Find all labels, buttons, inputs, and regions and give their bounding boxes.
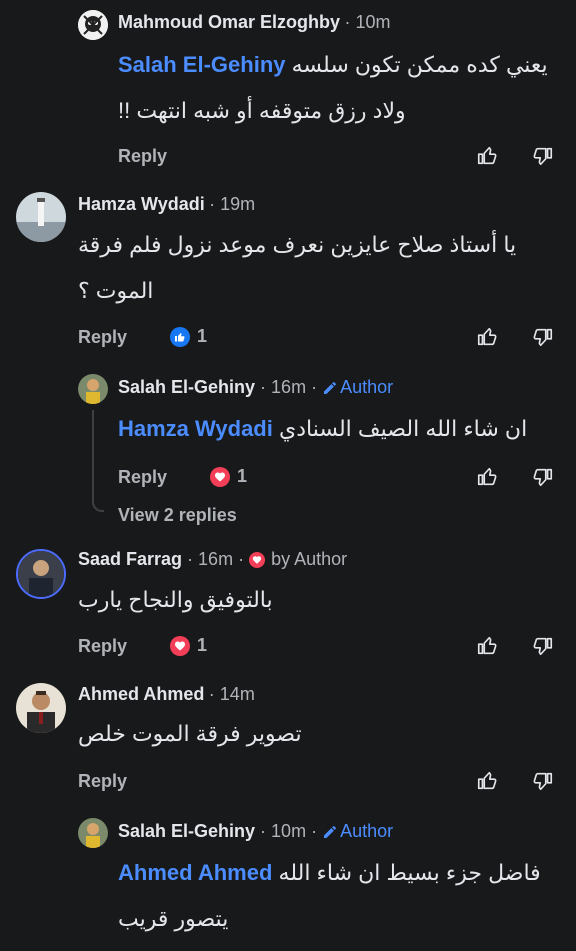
thread-line <box>92 410 104 512</box>
like-reaction-icon <box>170 326 190 347</box>
avatar[interactable] <box>78 374 108 404</box>
avatar[interactable] <box>78 818 108 848</box>
comment-time[interactable]: 10m <box>355 12 390 32</box>
person-photo-icon <box>18 551 64 597</box>
commenter-name[interactable]: Hamza Wydadi <box>78 194 205 214</box>
reaction-summary[interactable]: 1 <box>170 635 207 656</box>
view-replies-link[interactable]: View 2 replies <box>118 505 237 526</box>
reaction-summary[interactable]: 1 <box>210 466 247 487</box>
lighthouse-photo-icon <box>16 192 66 242</box>
dislike-icon[interactable] <box>532 770 554 792</box>
avatar[interactable] <box>16 192 66 242</box>
reply-button[interactable]: Reply <box>78 327 127 348</box>
dislike-icon[interactable] <box>532 466 554 488</box>
avatar[interactable] <box>16 549 66 599</box>
dislike-icon[interactable] <box>532 635 554 657</box>
comment-body: Hamza Wydadi ان شاء الله الصيف السنادي <box>118 416 528 441</box>
dislike-icon[interactable] <box>532 145 554 167</box>
commenter-name[interactable]: Mahmoud Omar Elzoghby <box>118 12 340 32</box>
person-photo-icon <box>16 683 66 733</box>
dislike-icon[interactable] <box>532 326 554 348</box>
comment-body: يا أستاذ صلاح عايزين نعرف موعد نزول فلم … <box>78 232 517 303</box>
love-reaction-icon <box>210 466 230 487</box>
pencil-icon <box>324 381 337 394</box>
commenter-name[interactable]: Salah El-Gehiny <box>118 377 255 398</box>
avatar[interactable] <box>16 683 66 733</box>
reply-button[interactable]: Reply <box>78 636 127 657</box>
avatar[interactable] <box>78 10 108 40</box>
love-reaction-icon <box>170 635 190 656</box>
comment-time[interactable]: 16m <box>198 549 233 570</box>
mention-link[interactable]: Hamza Wydadi <box>118 416 273 441</box>
author-badge: Author <box>340 821 394 841</box>
like-icon[interactable] <box>476 770 498 792</box>
pencil-icon <box>324 825 337 838</box>
mention-link[interactable]: Ahmed Ahmed <box>118 860 272 885</box>
mention-link[interactable]: Salah El-Gehiny <box>118 52 286 77</box>
comment-body: تصوير فرقة الموت خلص <box>78 721 302 746</box>
like-icon[interactable] <box>476 635 498 657</box>
like-icon[interactable] <box>476 326 498 348</box>
comment-time[interactable]: 10m <box>271 821 306 842</box>
by-author-label: by Author <box>271 549 348 569</box>
commenter-name[interactable]: Ahmed Ahmed <box>78 684 204 704</box>
skull-logo-icon <box>78 10 108 40</box>
reply-button[interactable]: Reply <box>118 467 167 488</box>
author-badge: Author <box>340 377 394 397</box>
comment-body: Ahmed Ahmed فاضل جزء بسيط ان شاء الله يت… <box>118 860 541 931</box>
reply-button[interactable]: Reply <box>118 146 167 167</box>
reply-button[interactable]: Reply <box>78 771 127 792</box>
commenter-name[interactable]: Saad Farrag <box>78 549 182 570</box>
like-icon[interactable] <box>476 145 498 167</box>
comment-time[interactable]: 16m <box>271 377 306 398</box>
commenter-name[interactable]: Salah El-Gehiny <box>118 821 255 842</box>
comment-time[interactable]: 19m <box>220 194 255 214</box>
author-heart-icon <box>249 551 266 568</box>
comment-body: Salah El-Gehiny يعني كده ممكن تكون سلسه … <box>118 52 548 123</box>
comment-body: بالتوفيق والنجاح يارب <box>78 587 273 612</box>
reaction-summary[interactable]: 1 <box>170 326 207 347</box>
person-photo-icon <box>78 818 108 848</box>
comment-time[interactable]: 14m <box>220 684 255 704</box>
like-icon[interactable] <box>476 466 498 488</box>
person-photo-icon <box>78 374 108 404</box>
